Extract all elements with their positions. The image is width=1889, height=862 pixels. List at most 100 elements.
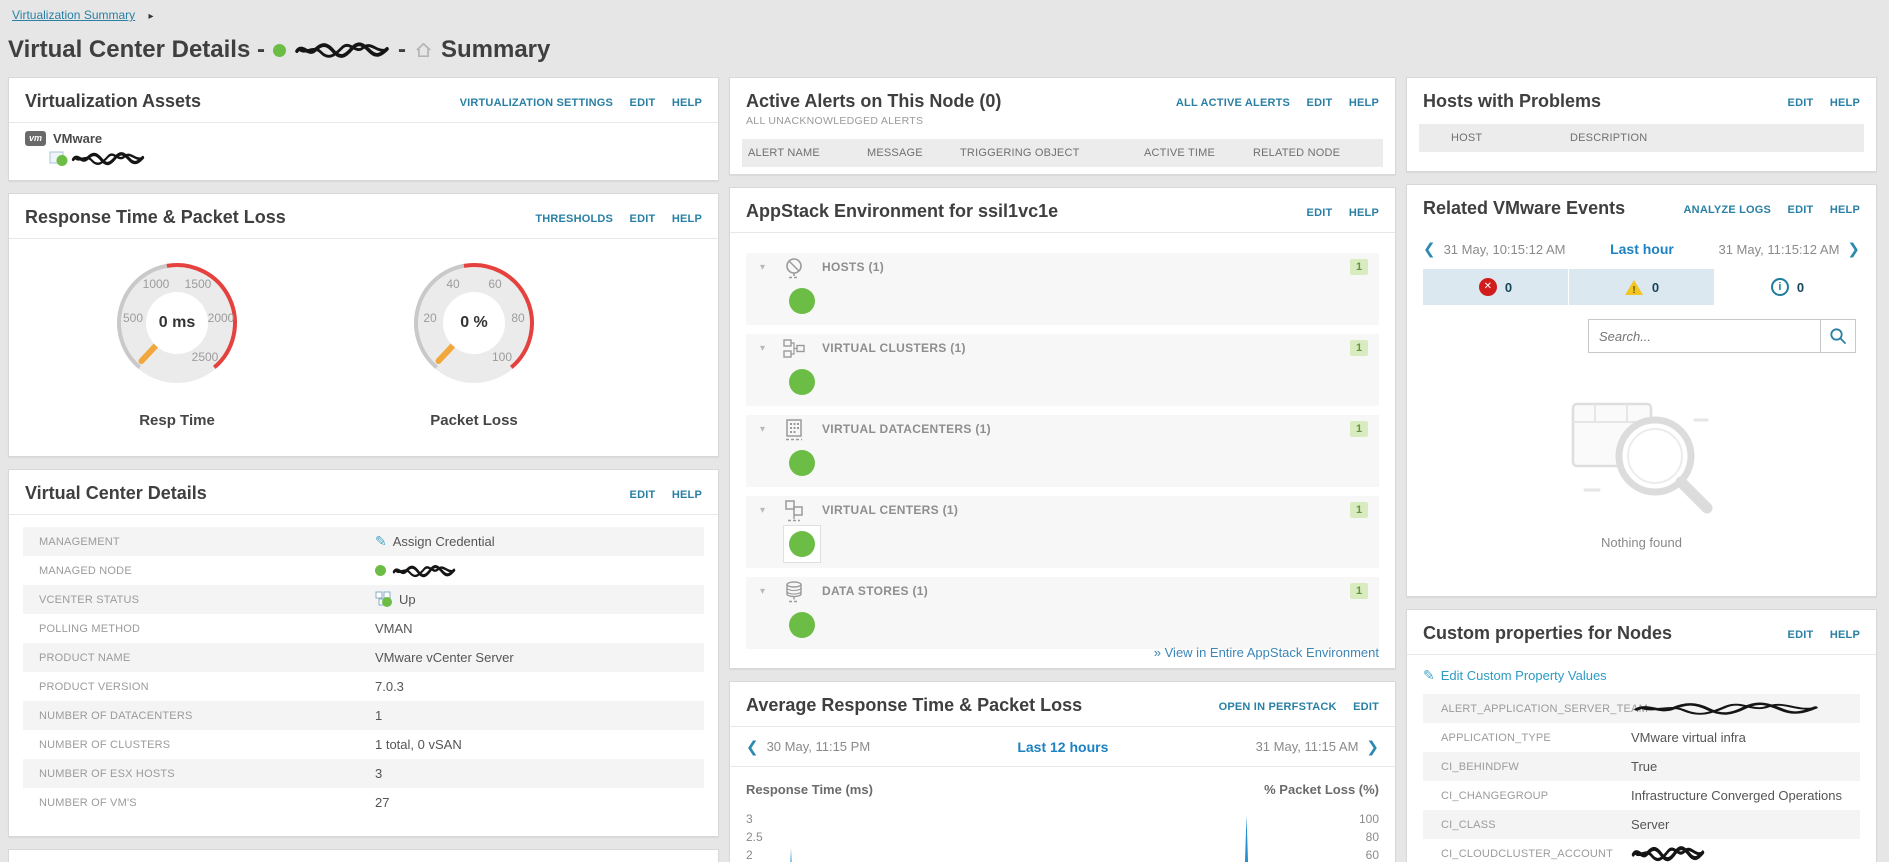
help-link[interactable]: HELP bbox=[1830, 204, 1860, 216]
gauge-tick: 80 bbox=[511, 311, 525, 325]
assign-credential-link[interactable]: Assign Credential bbox=[393, 534, 495, 549]
breadcrumb: Virtualization Summary ▸ bbox=[12, 8, 154, 22]
table-row: ALERT_APPLICATION_SERVER_TEAM bbox=[1423, 694, 1860, 723]
gauge-tick: 2500 bbox=[191, 350, 219, 364]
help-link[interactable]: HELP bbox=[1830, 629, 1860, 641]
appstack-group-label[interactable]: VIRTUAL CLUSTERS (1) bbox=[822, 334, 966, 362]
panel-title: Virtualization Assets bbox=[25, 91, 202, 111]
all-active-alerts-link[interactable]: ALL ACTIVE ALERTS bbox=[1176, 97, 1290, 109]
breadcrumb-link[interactable]: Virtualization Summary bbox=[12, 8, 135, 22]
status-circle-up[interactable] bbox=[789, 450, 815, 476]
panel-cropped-stub bbox=[8, 849, 719, 862]
packet-loss-gauge[interactable]: 20 40 60 80 100 0 % Packet Loss bbox=[409, 258, 539, 448]
tab-errors[interactable]: ✕ 0 bbox=[1423, 269, 1569, 305]
appstack-group-virtual-centers: ▾ VIRTUAL CENTERS (1) 1 bbox=[746, 496, 1379, 568]
panel-title: AppStack Environment for ssil1vc1e bbox=[746, 201, 1059, 221]
analyze-logs-link[interactable]: ANALYZE LOGS bbox=[1684, 204, 1772, 216]
gauge-label: Resp Time bbox=[139, 412, 215, 429]
appstack-group-label[interactable]: DATA STORES (1) bbox=[822, 577, 928, 605]
panel-title: Virtual Center Details bbox=[25, 483, 207, 503]
time-back-chevron-icon[interactable]: ❮ bbox=[746, 738, 759, 756]
page-title-dash: - bbox=[397, 36, 406, 63]
vm-node-icon bbox=[49, 151, 68, 166]
status-circle-up[interactable] bbox=[789, 369, 815, 395]
table-row: POLLING METHOD VMAN bbox=[39, 621, 413, 636]
edit-link[interactable]: EDIT bbox=[1353, 701, 1379, 713]
edit-link[interactable]: EDIT bbox=[630, 213, 656, 225]
time-range-label[interactable]: Last 12 hours bbox=[878, 739, 1247, 755]
time-range-label[interactable]: Last hour bbox=[1573, 241, 1710, 257]
gauge-tick: 40 bbox=[446, 277, 460, 291]
edit-link[interactable]: EDIT bbox=[1788, 204, 1814, 216]
view-entire-appstack-link[interactable]: » View in Entire AppStack Environment bbox=[1154, 645, 1379, 660]
help-link[interactable]: HELP bbox=[672, 489, 702, 501]
cluster-icon bbox=[783, 339, 805, 358]
chevron-down-icon[interactable]: ▾ bbox=[760, 586, 765, 597]
status-circle-up[interactable] bbox=[789, 612, 815, 638]
open-in-perfstack-link[interactable]: OPEN IN PERFSTACK bbox=[1219, 701, 1337, 713]
response-time-gauge[interactable]: 500 1000 1500 2000 2500 0 ms Resp Time bbox=[112, 258, 242, 448]
time-forward-chevron-icon[interactable]: ❯ bbox=[1366, 738, 1379, 756]
status-circle-up[interactable] bbox=[789, 531, 815, 557]
chevron-down-icon[interactable]: ▾ bbox=[760, 424, 765, 435]
datastore-icon bbox=[786, 581, 802, 603]
panel-related-vmware-events: Related VMware Events ANALYZE LOGS EDIT … bbox=[1406, 184, 1877, 597]
appstack-group-label[interactable]: HOSTS (1) bbox=[822, 253, 884, 281]
table-row: NUMBER OF CLUSTERS 1 total, 0 vSAN bbox=[39, 737, 462, 752]
thresholds-link[interactable]: THRESHOLDS bbox=[535, 213, 613, 225]
redacted-scribble bbox=[1634, 702, 1818, 715]
count-badge: 1 bbox=[1350, 502, 1368, 518]
panel-appstack: AppStack Environment for ssil1vc1e EDIT … bbox=[729, 187, 1396, 669]
help-link[interactable]: HELP bbox=[1830, 97, 1860, 109]
edit-custom-property-values-link[interactable]: ✎ Edit Custom Property Values bbox=[1423, 667, 1860, 684]
help-link[interactable]: HELP bbox=[672, 97, 702, 109]
gauge-tick: 100 bbox=[491, 350, 513, 364]
search-button[interactable] bbox=[1820, 319, 1856, 353]
column-header: TRIGGERING OBJECT bbox=[960, 147, 1080, 159]
virtualization-settings-link[interactable]: VIRTUALIZATION SETTINGS bbox=[460, 97, 614, 109]
asset-node-item[interactable] bbox=[49, 150, 702, 167]
response-time-series bbox=[790, 815, 1249, 862]
panel-title: Average Response Time & Packet Loss bbox=[746, 695, 1083, 715]
table-row: CI_CHANGEGROUP Infrastructure Converged … bbox=[1441, 788, 1842, 803]
info-icon: i bbox=[1770, 278, 1789, 296]
tab-warnings[interactable]: ! 0 bbox=[1569, 269, 1715, 305]
tab-informational[interactable]: i 0 bbox=[1715, 269, 1860, 305]
edit-link[interactable]: EDIT bbox=[1788, 629, 1814, 641]
gauge-tick: 500 bbox=[122, 311, 144, 325]
column-header: ACTIVE TIME bbox=[1144, 147, 1216, 159]
table-row: PRODUCT VERSION 7.0.3 bbox=[39, 679, 404, 694]
chevron-down-icon[interactable]: ▾ bbox=[760, 505, 765, 516]
help-link[interactable]: HELP bbox=[1349, 207, 1379, 219]
edit-link[interactable]: EDIT bbox=[630, 489, 656, 501]
page-title-prefix: Virtual Center Details - bbox=[8, 36, 265, 63]
gauge-value: 0 % bbox=[460, 314, 488, 331]
vmware-logo-icon: vm bbox=[25, 131, 46, 146]
table-row: VCENTER STATUS Up bbox=[23, 585, 704, 614]
edit-link[interactable]: EDIT bbox=[1307, 97, 1333, 109]
search-input[interactable] bbox=[1588, 319, 1820, 353]
count-badge: 1 bbox=[1350, 340, 1368, 356]
chevron-down-icon[interactable]: ▾ bbox=[760, 262, 765, 273]
panel-virtualization-assets: Virtualization Assets VIRTUALIZATION SET… bbox=[8, 77, 719, 181]
time-forward-chevron-icon[interactable]: ❯ bbox=[1847, 240, 1860, 258]
gauge-tick: 20 bbox=[423, 311, 437, 325]
help-link[interactable]: HELP bbox=[672, 213, 702, 225]
chevron-down-icon[interactable]: ▾ bbox=[760, 343, 765, 354]
status-circle-up[interactable] bbox=[789, 288, 815, 314]
appstack-group-label[interactable]: VIRTUAL CENTERS (1) bbox=[822, 496, 958, 524]
count-badge: 1 bbox=[1350, 421, 1368, 437]
edit-link[interactable]: EDIT bbox=[1788, 97, 1814, 109]
time-back-chevron-icon[interactable]: ❮ bbox=[1423, 240, 1436, 258]
page-title: Virtual Center Details - - Summary bbox=[8, 36, 550, 64]
table-row: MANAGED NODE bbox=[23, 556, 704, 585]
edit-link[interactable]: EDIT bbox=[630, 97, 656, 109]
table-row: NUMBER OF DATACENTERS 1 bbox=[23, 701, 704, 730]
table-row: PRODUCT NAME VMware vCenter Server bbox=[23, 643, 704, 672]
help-link[interactable]: HELP bbox=[1349, 97, 1379, 109]
column-header: HOST bbox=[1451, 132, 1483, 144]
appstack-group-label[interactable]: VIRTUAL DATACENTERS (1) bbox=[822, 415, 991, 443]
edit-link[interactable]: EDIT bbox=[1307, 207, 1333, 219]
redacted-scribble bbox=[71, 152, 145, 166]
right-axis-label: % Packet Loss (%) bbox=[1264, 782, 1379, 797]
